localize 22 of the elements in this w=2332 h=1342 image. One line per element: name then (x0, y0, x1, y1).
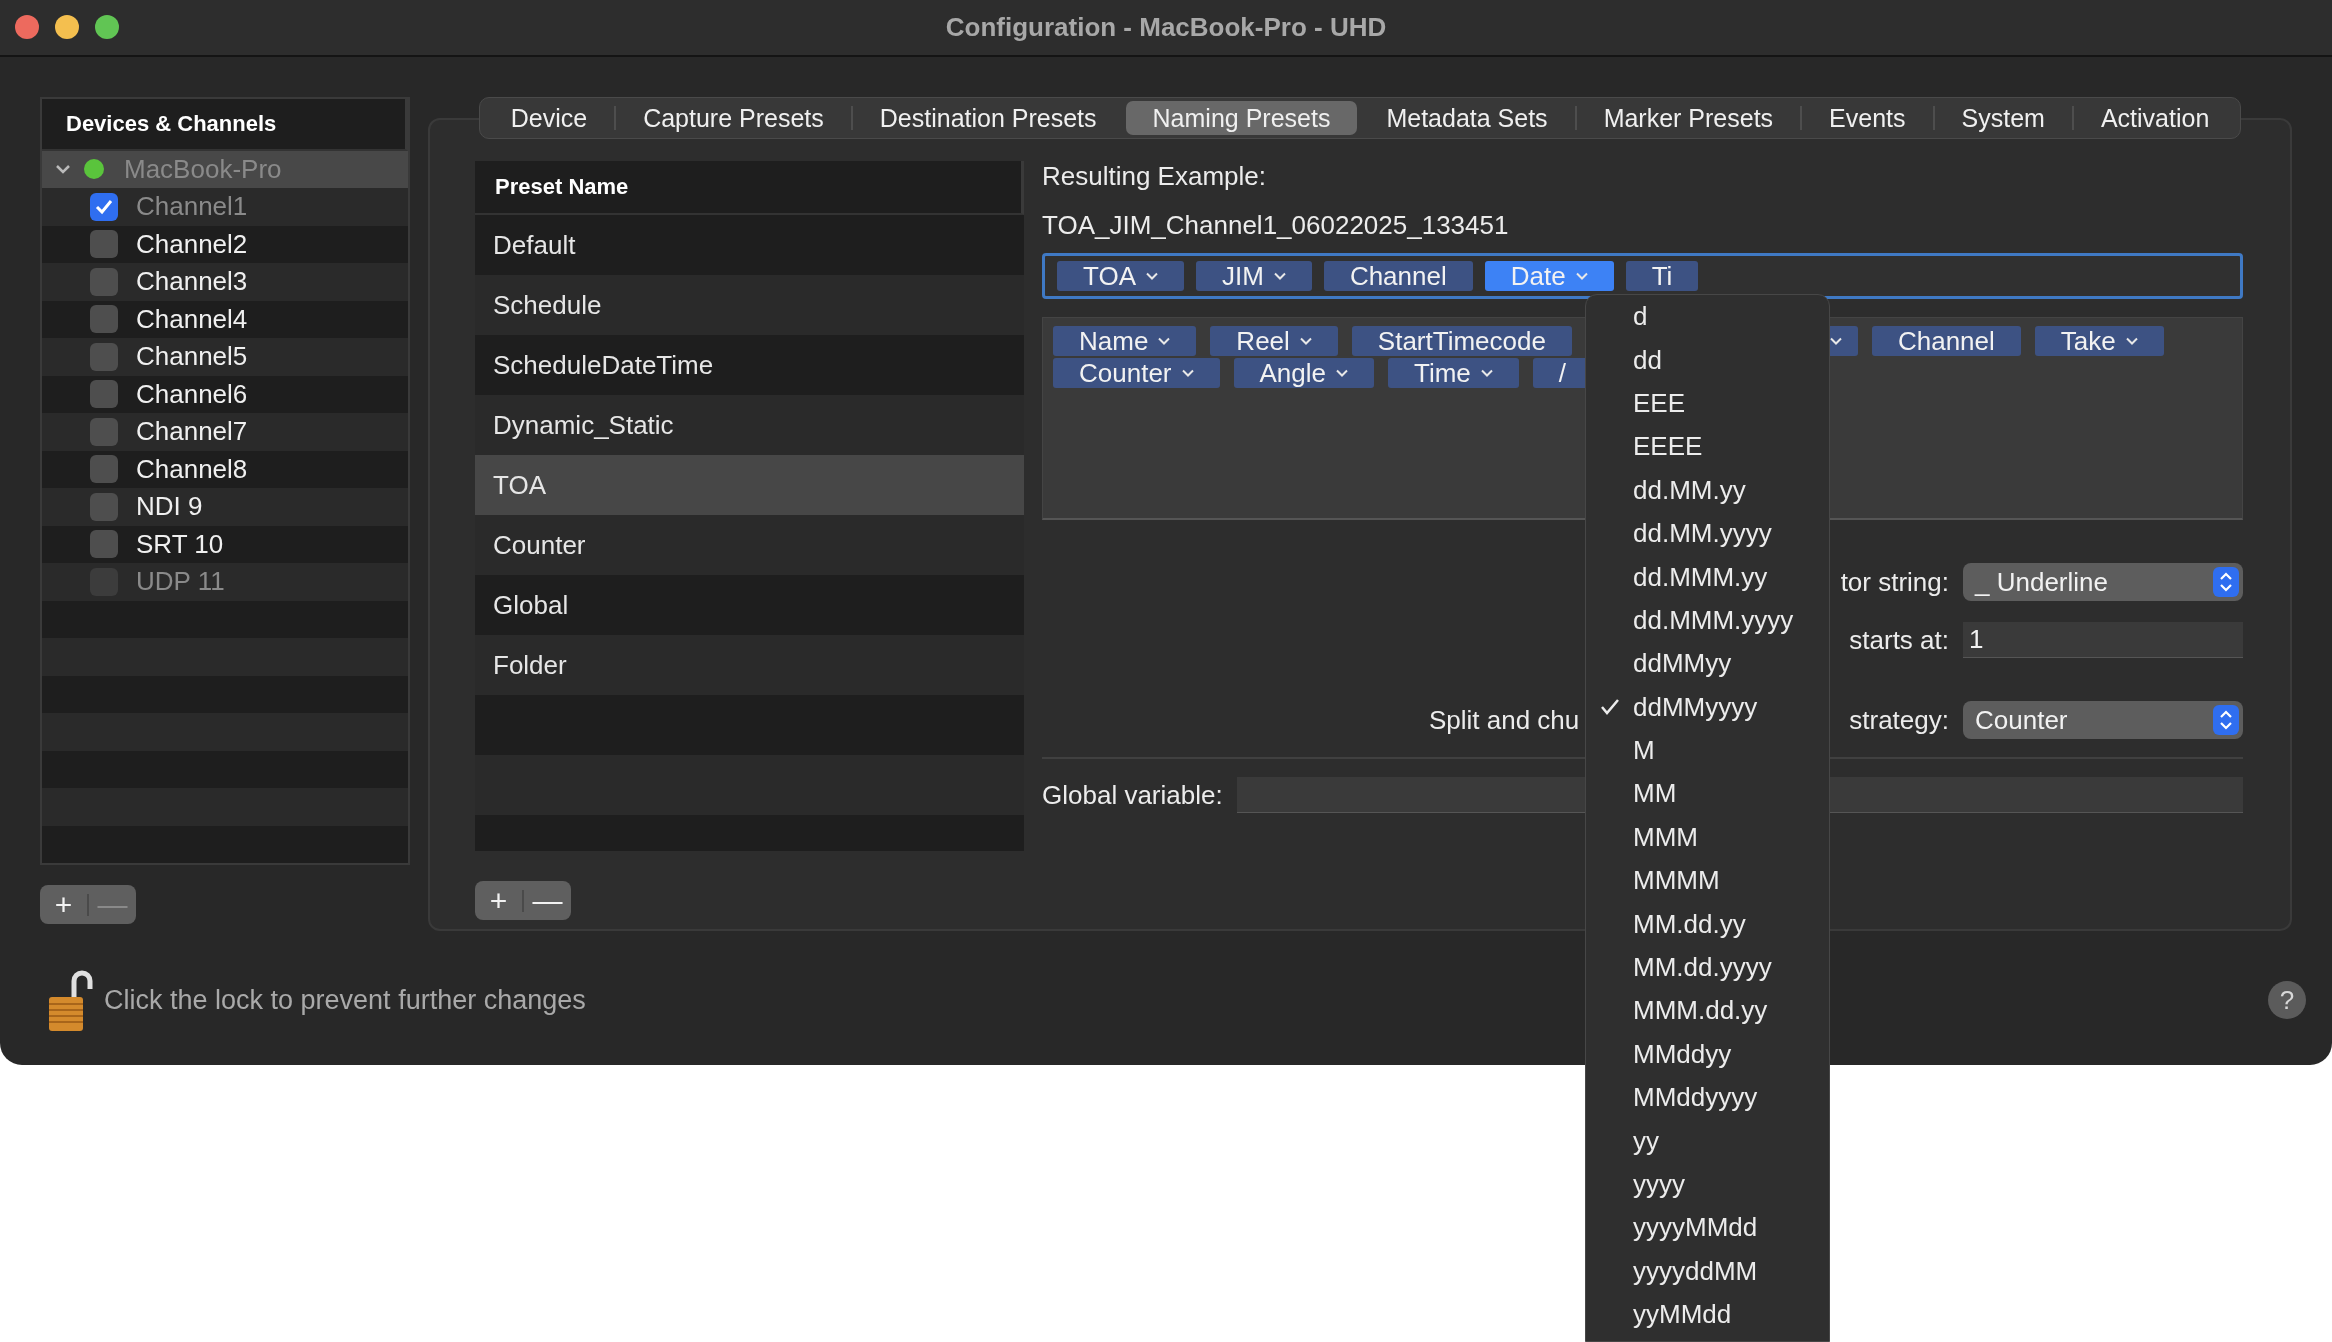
channel-label: Channel4 (136, 303, 248, 335)
form-label: starts at: (1849, 624, 1949, 656)
channel-label: Channel7 (136, 416, 248, 448)
channel-label: Channel1 (136, 191, 248, 223)
device-name: MacBook-Pro (124, 153, 282, 185)
form-label: strategy: (1849, 704, 1949, 736)
lock-text: Click the lock to prevent further changes (104, 984, 586, 1016)
channel-label: NDI 9 (136, 491, 203, 523)
channel-label: UDP 11 (136, 566, 225, 598)
channel-label: Channel8 (136, 453, 248, 485)
channel-label: Channel3 (136, 266, 248, 298)
window-title: Configuration - MacBook-Pro - UHD (945, 12, 1387, 43)
example-text: TOA_JIM_Channel1_06022025_133451 (1042, 210, 1510, 241)
example-label: Resulting Example: (1042, 161, 1267, 192)
channel-label: Channel2 (136, 228, 248, 260)
form-label: tor string: (1840, 566, 1949, 598)
form-label: Split and chu (1428, 704, 1580, 736)
form-label: Global variable: (1042, 779, 1223, 811)
column-header: Preset Name (475, 161, 1024, 215)
channel-label: Channel5 (136, 341, 248, 373)
channel-label: Channel6 (136, 378, 248, 410)
channel-label: SRT 10 (136, 528, 224, 560)
